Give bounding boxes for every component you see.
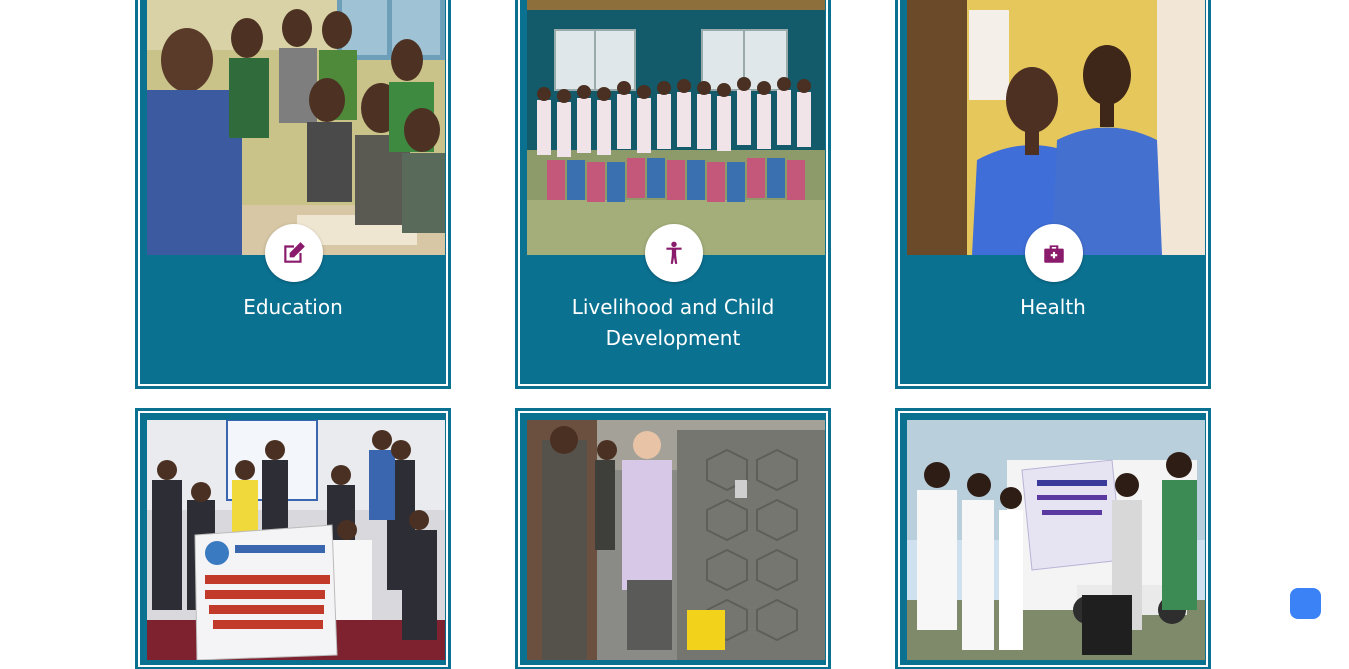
- floating-action-button[interactable]: [1290, 588, 1321, 619]
- medkit-icon: [1044, 245, 1064, 263]
- training-card[interactable]: [135, 408, 451, 669]
- health-icon-badge: [1025, 224, 1083, 282]
- health-photo: [907, 0, 1205, 255]
- livelihood-card[interactable]: Livelihood and Child Development: [515, 0, 831, 389]
- peace-event-photo: [907, 420, 1205, 660]
- education-photo: [147, 0, 445, 255]
- program-card-grid: Education Livelihood and Child Developme…: [0, 0, 1349, 669]
- livelihood-photo: [527, 0, 825, 255]
- card-title: Health: [1020, 295, 1086, 319]
- livelihood-icon-badge: [645, 224, 703, 282]
- water-project-photo: [527, 420, 825, 660]
- education-card[interactable]: Education: [135, 0, 451, 389]
- training-photo: [147, 420, 445, 660]
- health-card[interactable]: Health: [895, 0, 1211, 389]
- peace-event-card[interactable]: [895, 408, 1211, 669]
- card-title: Education: [243, 295, 343, 319]
- child-icon: [666, 241, 682, 264]
- water-project-card[interactable]: [515, 408, 831, 669]
- edit-icon: [284, 242, 305, 263]
- education-icon-badge: [265, 224, 323, 282]
- card-title: Livelihood and Child Development: [571, 295, 775, 350]
